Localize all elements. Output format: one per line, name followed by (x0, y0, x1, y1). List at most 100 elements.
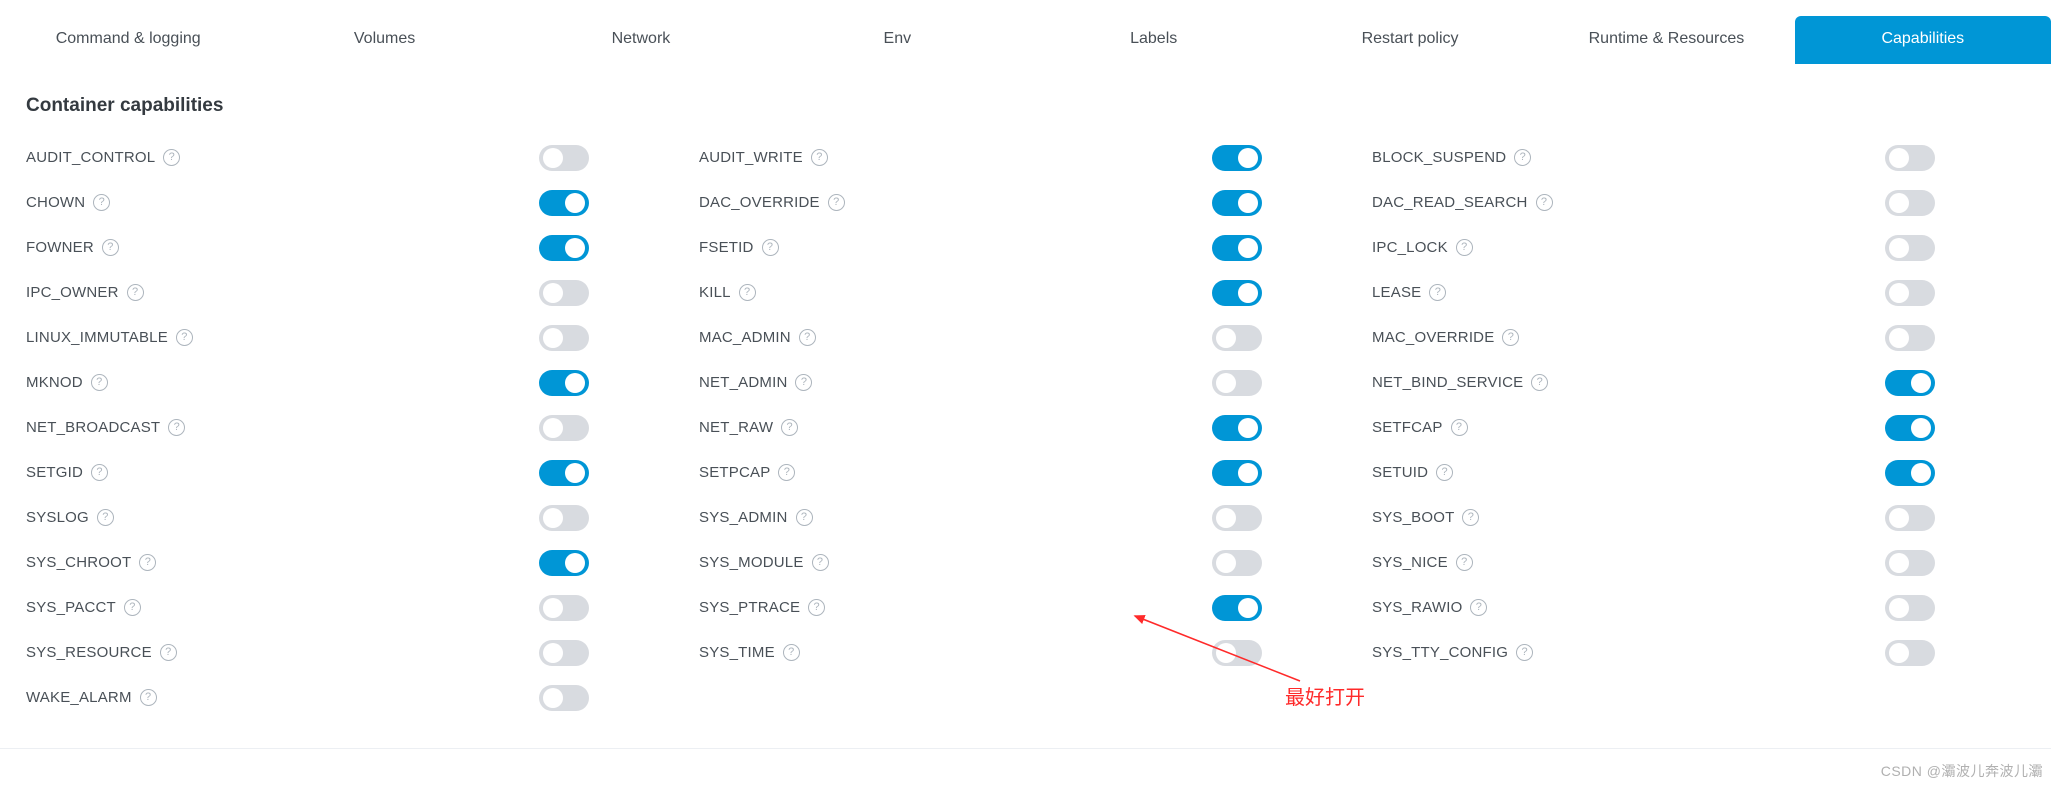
help-icon[interactable]: ? (176, 329, 193, 346)
help-icon[interactable]: ? (1531, 374, 1548, 391)
toggle-net_broadcast[interactable] (539, 415, 589, 441)
toggle-linux_immutable[interactable] (539, 325, 589, 351)
toggle-net_raw[interactable] (1212, 415, 1262, 441)
toggle-setpcap[interactable] (1212, 460, 1262, 486)
tab-restart[interactable]: Restart policy (1282, 16, 1538, 64)
tab-cmd[interactable]: Command & logging (0, 16, 256, 64)
toggle-sys_chroot[interactable] (539, 550, 589, 576)
toggle-net_admin[interactable] (1212, 370, 1262, 396)
tab-labels[interactable]: Labels (1026, 16, 1282, 64)
help-icon[interactable]: ? (796, 509, 813, 526)
toggle-mac_override[interactable] (1885, 325, 1935, 351)
toggle-sys_tty_config[interactable] (1885, 640, 1935, 666)
toggle-sys_admin[interactable] (1212, 505, 1262, 531)
tab-capabilities[interactable]: Capabilities (1795, 16, 2051, 64)
capability-row-net_raw: NET_RAW? (699, 405, 1352, 450)
help-icon[interactable]: ? (739, 284, 756, 301)
help-icon[interactable]: ? (799, 329, 816, 346)
toggle-sys_resource[interactable] (539, 640, 589, 666)
help-icon[interactable]: ? (1456, 554, 1473, 571)
toggle-setfcap[interactable] (1885, 415, 1935, 441)
capability-label: LEASE? (1372, 284, 1446, 301)
toggle-fowner[interactable] (539, 235, 589, 261)
toggle-block_suspend[interactable] (1885, 145, 1935, 171)
help-icon[interactable]: ? (127, 284, 144, 301)
toggle-sys_rawio[interactable] (1885, 595, 1935, 621)
tab-network[interactable]: Network (513, 16, 769, 64)
help-icon[interactable]: ? (795, 374, 812, 391)
help-icon[interactable]: ? (139, 554, 156, 571)
toggle-mac_admin[interactable] (1212, 325, 1262, 351)
toggle-setgid[interactable] (539, 460, 589, 486)
help-icon[interactable]: ? (808, 599, 825, 616)
toggle-sys_nice[interactable] (1885, 550, 1935, 576)
capability-label: NET_BROADCAST? (26, 419, 185, 436)
capability-name: SYS_MODULE (699, 554, 804, 571)
help-icon[interactable]: ? (1456, 239, 1473, 256)
capabilities-grid: AUDIT_CONTROL?AUDIT_WRITE?BLOCK_SUSPEND?… (0, 135, 2051, 720)
toggle-sys_pacct[interactable] (539, 595, 589, 621)
toggle-setuid[interactable] (1885, 460, 1935, 486)
help-icon[interactable]: ? (91, 464, 108, 481)
toggle-dac_read_search[interactable] (1885, 190, 1935, 216)
toggle-wake_alarm[interactable] (539, 685, 589, 711)
help-icon[interactable]: ? (783, 644, 800, 661)
capability-name: SETGID (26, 464, 83, 481)
help-icon[interactable]: ? (160, 644, 177, 661)
capability-name: AUDIT_WRITE (699, 149, 803, 166)
toggle-audit_control[interactable] (539, 145, 589, 171)
help-icon[interactable]: ? (762, 239, 779, 256)
help-icon[interactable]: ? (1516, 644, 1533, 661)
capability-name: SYS_PACCT (26, 599, 116, 616)
help-icon[interactable]: ? (781, 419, 798, 436)
help-icon[interactable]: ? (1462, 509, 1479, 526)
toggle-sys_boot[interactable] (1885, 505, 1935, 531)
toggle-net_bind_service[interactable] (1885, 370, 1935, 396)
help-icon[interactable]: ? (1502, 329, 1519, 346)
tab-env[interactable]: Env (769, 16, 1025, 64)
help-icon[interactable]: ? (168, 419, 185, 436)
tab-runtime[interactable]: Runtime & Resources (1538, 16, 1794, 64)
help-icon[interactable]: ? (1470, 599, 1487, 616)
capability-name: IPC_LOCK (1372, 239, 1448, 256)
capability-row-sys_boot: SYS_BOOT? (1372, 495, 2025, 540)
toggle-knob (1889, 238, 1909, 258)
help-icon[interactable]: ? (163, 149, 180, 166)
capability-row-audit_write: AUDIT_WRITE? (699, 135, 1352, 180)
toggle-syslog[interactable] (539, 505, 589, 531)
toggle-dac_override[interactable] (1212, 190, 1262, 216)
capability-label: FOWNER? (26, 239, 119, 256)
help-icon[interactable]: ? (1451, 419, 1468, 436)
capability-row-syslog: SYSLOG? (26, 495, 679, 540)
toggle-sys_ptrace[interactable] (1212, 595, 1262, 621)
help-icon[interactable]: ? (812, 554, 829, 571)
help-icon[interactable]: ? (828, 194, 845, 211)
help-icon[interactable]: ? (124, 599, 141, 616)
help-icon[interactable]: ? (140, 689, 157, 706)
help-icon[interactable]: ? (102, 239, 119, 256)
toggle-sys_time[interactable] (1212, 640, 1262, 666)
capability-name: SYS_NICE (1372, 554, 1448, 571)
capability-label: CHOWN? (26, 194, 110, 211)
toggle-chown[interactable] (539, 190, 589, 216)
toggle-kill[interactable] (1212, 280, 1262, 306)
help-icon[interactable]: ? (1436, 464, 1453, 481)
help-icon[interactable]: ? (1514, 149, 1531, 166)
toggle-audit_write[interactable] (1212, 145, 1262, 171)
section-title: Container capabilities (26, 95, 2051, 117)
toggle-sys_module[interactable] (1212, 550, 1262, 576)
toggle-mknod[interactable] (539, 370, 589, 396)
toggle-ipc_lock[interactable] (1885, 235, 1935, 261)
help-icon[interactable]: ? (93, 194, 110, 211)
help-icon[interactable]: ? (1536, 194, 1553, 211)
help-icon[interactable]: ? (1429, 284, 1446, 301)
toggle-lease[interactable] (1885, 280, 1935, 306)
capability-label: NET_BIND_SERVICE? (1372, 374, 1548, 391)
toggle-ipc_owner[interactable] (539, 280, 589, 306)
toggle-fsetid[interactable] (1212, 235, 1262, 261)
help-icon[interactable]: ? (97, 509, 114, 526)
help-icon[interactable]: ? (91, 374, 108, 391)
help-icon[interactable]: ? (778, 464, 795, 481)
tab-volumes[interactable]: Volumes (256, 16, 512, 64)
help-icon[interactable]: ? (811, 149, 828, 166)
